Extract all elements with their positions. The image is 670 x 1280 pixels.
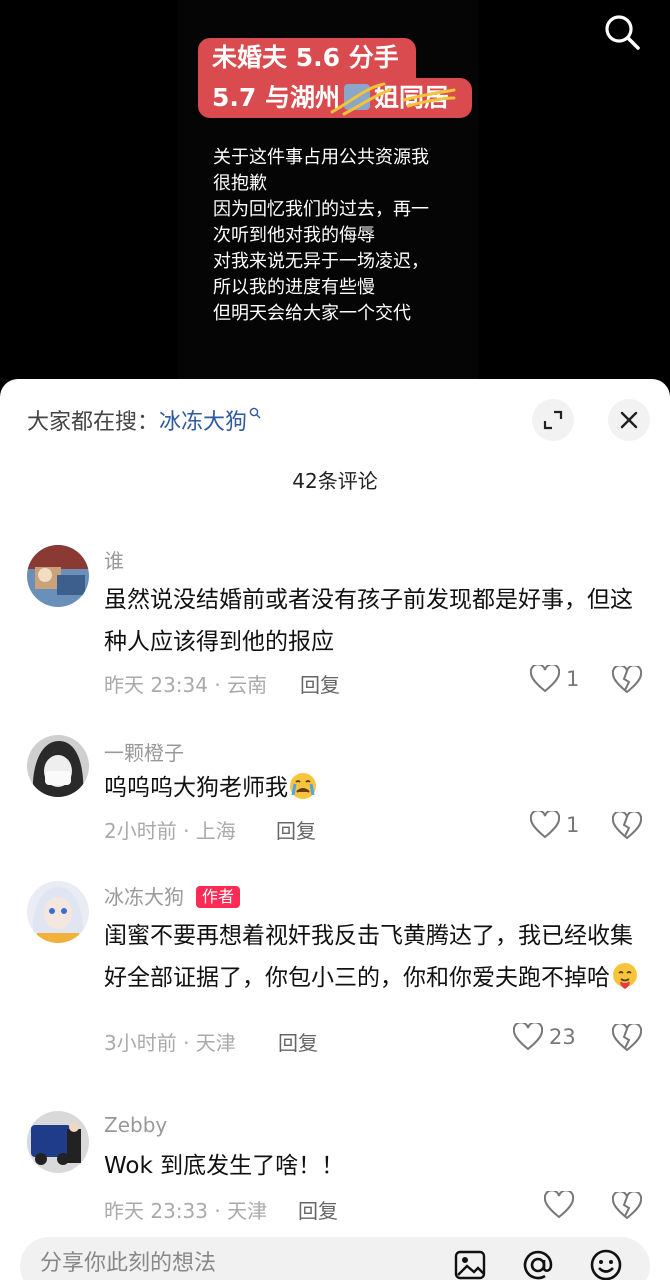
expand-button[interactable] (532, 399, 574, 441)
dislike-icon[interactable] (612, 1024, 642, 1052)
comment-text-body: 闺蜜不要再想着视奸我反击飞黄腾达了，我已经收集好全部证据了，你包小三的，你和你爱… (104, 923, 633, 991)
overlay-line: 对我来说无异于一场凌迟， (213, 251, 429, 272)
expand-icon (543, 410, 563, 430)
video-title-card: 未婚夫 5.6 分手 5.7 与湖州 姐同居 (198, 38, 472, 118)
heart-icon (530, 811, 560, 839)
trending-prefix: 大家都在搜： (27, 410, 160, 435)
dislike-icon[interactable] (612, 1192, 642, 1220)
overlay-line: 所以我的进度有些慢 (213, 277, 375, 298)
comment-input-container[interactable] (20, 1237, 650, 1280)
comment-input-bar (0, 1225, 670, 1280)
comment-meta: 2小时前 · 上海 (104, 819, 236, 843)
video-title-line-1: 未婚夫 5.6 分手 (198, 38, 416, 78)
overlay-line: 因为回忆我们的过去，再一 (213, 199, 429, 220)
video-title-line-2-text: 5.7 与湖州 (212, 83, 340, 112)
comment-meta: 3小时前 · 天津 (104, 1031, 236, 1055)
like-button[interactable]: 23 (513, 1023, 576, 1051)
comment-input[interactable] (40, 1245, 440, 1280)
comment-text: Wok 到底发生了啥！！ (104, 1153, 345, 1179)
comment-sheet: 大家都在搜：冰冻大狗 42条评论 谁 虽然说没结婚前或者没有孩子前发现都是好事，… (0, 379, 670, 1280)
video-title-line-2-tail: 姐同居 (374, 83, 450, 112)
video-overlay-text: 关于这件事占用公共资源我 很抱歉 因为回忆我们的过去，再一 次听到他对我的侮辱 … (213, 145, 473, 327)
heart-icon (530, 665, 560, 693)
heart-icon (544, 1191, 574, 1219)
reply-button[interactable]: 回复 (300, 669, 340, 698)
like-count: 1 (566, 813, 580, 837)
trending-keyword[interactable]: 冰冻大狗 (159, 410, 247, 435)
comment-text: 呜呜呜大狗老师我 (104, 767, 644, 809)
comment-author[interactable]: 一颗橙子 (104, 737, 184, 766)
close-icon (620, 411, 638, 429)
avatar[interactable] (27, 545, 89, 607)
overlay-line: 次听到他对我的侮辱 (213, 225, 375, 246)
comment-author[interactable]: 谁 (104, 545, 124, 574)
censored-emoji-icon (344, 84, 370, 110)
image-icon[interactable] (452, 1247, 488, 1280)
search-icon (249, 407, 261, 419)
comment-meta: 昨天 23:34 · 云南 (104, 673, 268, 697)
video-title-line-2: 5.7 与湖州 姐同居 (198, 78, 472, 118)
like-button[interactable]: 1 (530, 811, 579, 839)
avatar[interactable] (27, 881, 89, 943)
comment-author-name[interactable]: 冰冻大狗 (104, 885, 184, 909)
emoji-icon[interactable] (588, 1247, 624, 1280)
comment-text: 闺蜜不要再想着视奸我反击飞黄腾达了，我已经收集好全部证据了，你包小三的，你和你爱… (104, 915, 644, 999)
trending-search[interactable]: 大家都在搜：冰冻大狗 (27, 404, 261, 436)
mention-icon[interactable] (520, 1247, 556, 1280)
dislike-icon[interactable] (612, 666, 642, 694)
like-count: 23 (549, 1025, 576, 1049)
overlay-line: 很抱歉 (213, 173, 267, 194)
comment-text: 虽然说没结婚前或者没有孩子前发现都是好事，但这种人应该得到他的报应 (104, 587, 633, 655)
overlay-line: 但明天会给大家一个交代 (213, 303, 411, 324)
comment-author[interactable]: 冰冻大狗 作者 (104, 881, 241, 910)
avatar[interactable] (27, 1111, 89, 1173)
comment-text-body: 呜呜呜大狗老师我 (104, 775, 288, 801)
comment-author[interactable]: Zebby (104, 1113, 167, 1137)
overlay-line: 关于这件事占用公共资源我 (213, 147, 429, 168)
reply-button[interactable]: 回复 (276, 815, 316, 844)
reply-button[interactable]: 回复 (278, 1027, 318, 1056)
video-player[interactable]: 未婚夫 5.6 分手 5.7 与湖州 姐同居 关于这件事占用公共资源我 很抱歉 因… (0, 0, 670, 400)
comment-count: 42条评论 (292, 469, 378, 493)
crying-emoji-icon (290, 773, 316, 799)
like-button[interactable] (544, 1191, 580, 1219)
like-count: 1 (566, 667, 580, 691)
close-button[interactable] (608, 399, 650, 441)
reply-button[interactable]: 回复 (298, 1195, 338, 1224)
search-icon[interactable] (602, 12, 642, 52)
comment-meta: 昨天 23:33 · 天津 (104, 1199, 268, 1223)
dislike-icon[interactable] (612, 812, 642, 840)
heart-icon (513, 1023, 543, 1051)
comment-sheet-header: 大家都在搜：冰冻大狗 42条评论 (0, 379, 670, 493)
like-button[interactable]: 1 (530, 665, 579, 693)
avatar[interactable] (27, 735, 89, 797)
author-badge: 作者 (196, 886, 241, 908)
hugging-emoji-icon (613, 963, 637, 989)
